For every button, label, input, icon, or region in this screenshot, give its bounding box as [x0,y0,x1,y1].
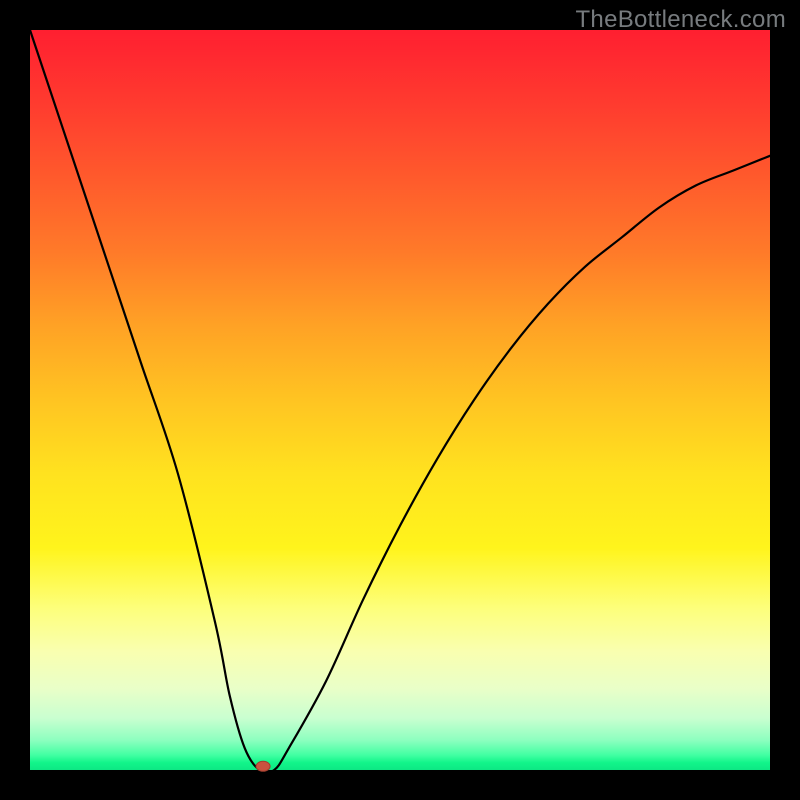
watermark-text: TheBottleneck.com [575,6,786,34]
bottleneck-curve [30,30,770,773]
plot-area [30,30,770,770]
chart-frame: TheBottleneck.com [0,0,800,800]
curve-svg [30,30,770,770]
minimum-marker [256,761,270,771]
